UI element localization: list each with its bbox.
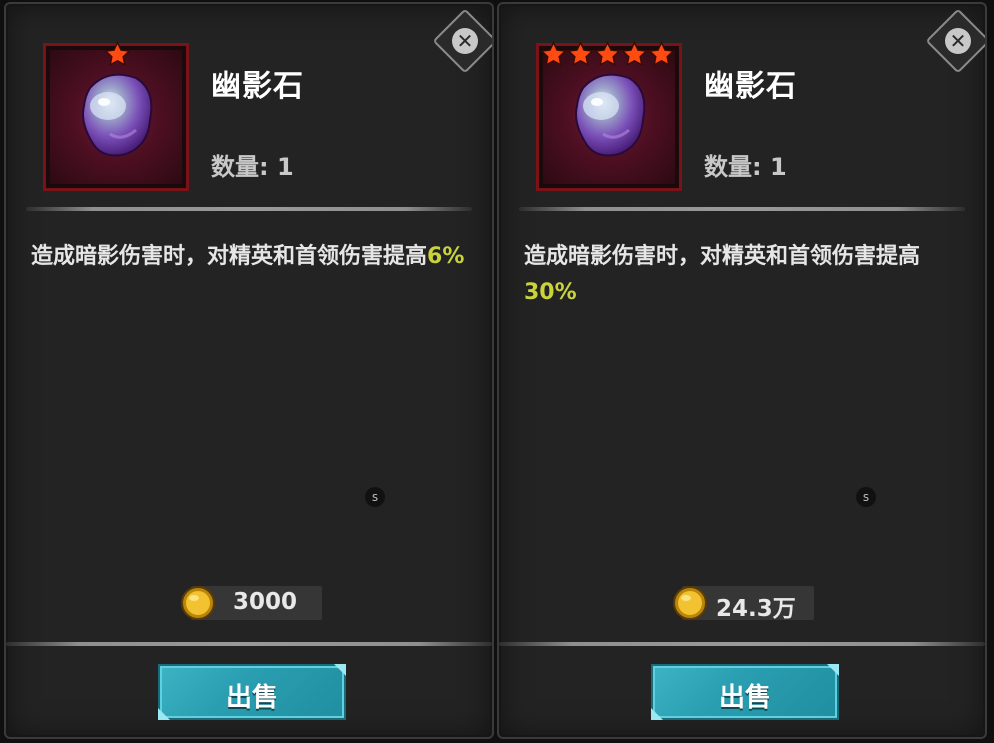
item-description: 造成暗影伤害时，对精英和首领伤害提高6% [31,239,471,275]
description-value: 6% [427,244,465,269]
star-icon [104,41,131,71]
close-icon: ✕ [945,28,971,54]
sell-price: 3000 [233,589,298,615]
star-rating [104,41,131,71]
description-text: 造成暗影伤害时，对精英和首领伤害提高 [31,244,428,269]
divider [26,207,472,211]
star-icon [648,41,675,71]
description-value: 30% [524,280,577,305]
close-button[interactable]: ✕ [925,8,985,74]
star-icon [540,41,567,71]
gold-coin-icon [673,586,707,620]
close-icon: ✕ [452,28,478,54]
item-name: 幽影石 [704,69,797,104]
item-name: 幽影石 [211,69,304,104]
star-icon [567,41,594,71]
sell-button-label: 出售 [718,683,771,713]
divider [519,207,965,211]
star-icon [621,41,648,71]
item-panel-right: ✕ 幽影石 数量: 1 造成暗影伤害时，对精英和首领伤害提高30% s 24.3… [497,2,987,739]
sell-price: 24.3万 [716,596,796,622]
item-description: 造成暗影伤害时，对精英和首领伤害提高 30% [524,239,964,311]
sell-button[interactable]: 出售 [651,664,839,720]
divider [499,642,985,646]
item-quantity: 数量: 1 [211,153,294,181]
star-rating [540,41,675,71]
small-badge: s [856,487,876,507]
star-icon [594,41,621,71]
close-button[interactable]: ✕ [432,8,492,74]
sell-button[interactable]: 出售 [158,664,346,720]
description-text: 造成暗影伤害时，对精英和首领伤害提高 [524,244,921,269]
item-panel-left: ✕ 幽影石 数量: 1 造成暗影伤害时，对精英和首领伤害提高6% s 3000 … [4,2,494,739]
sell-button-label: 出售 [225,683,278,713]
divider [6,642,492,646]
item-quantity: 数量: 1 [704,153,787,181]
gold-coin-icon [181,586,215,620]
item-detail-panels: ✕ 幽影石 数量: 1 造成暗影伤害时，对精英和首领伤害提高6% s 3000 … [0,0,994,743]
small-badge: s [365,487,385,507]
